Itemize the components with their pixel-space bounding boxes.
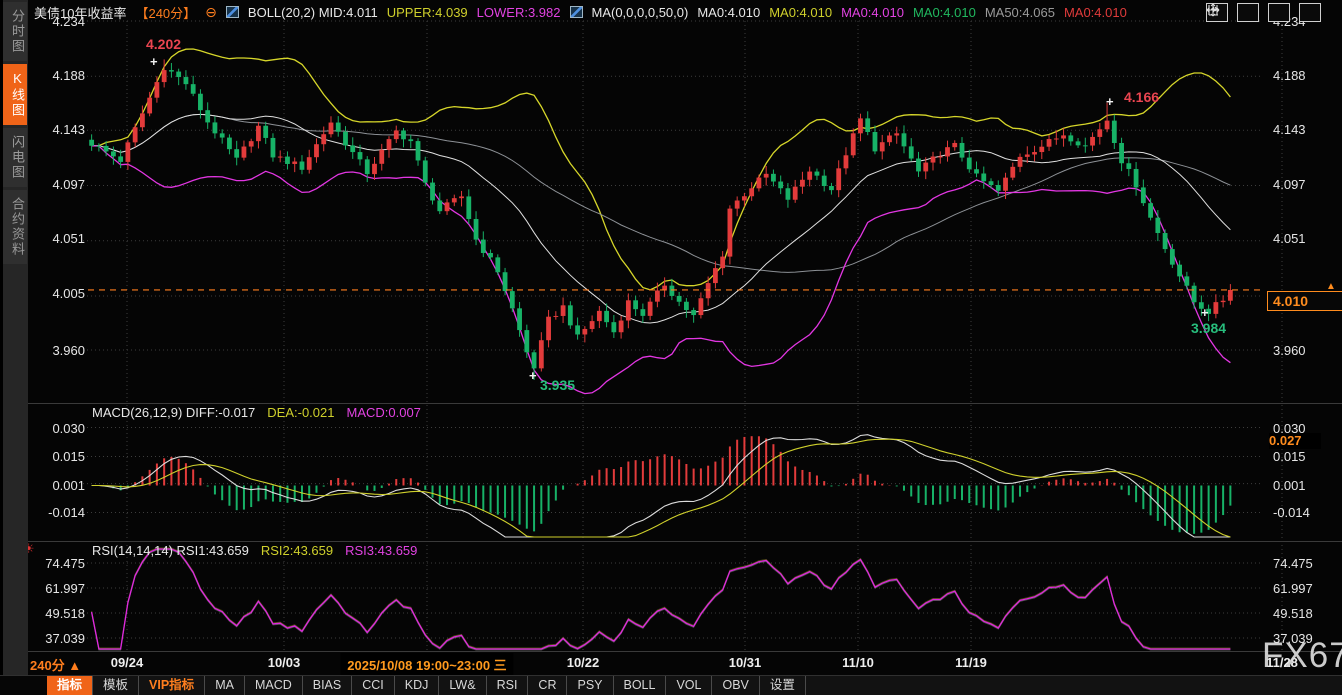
y-label-rsi: 49.518 <box>33 606 85 621</box>
x-label-1: 10/03 <box>268 655 301 670</box>
header-item-8: MA(0,0,0,0,50,0) <box>592 5 689 20</box>
y-label-macd: 0.030 <box>33 421 85 436</box>
sidebar-item-candlestick-chart[interactable]: K线图 <box>3 64 27 125</box>
rsi-value-2: RSI3:43.659 <box>345 543 417 558</box>
x-label-0: 09/24 <box>111 655 144 670</box>
rsi-value-1: RSI2:43.659 <box>261 543 333 558</box>
bottom-tab-10[interactable]: CR <box>528 676 567 695</box>
bottom-toolbar: 指标模板VIP指标MAMACDBIASCCIKDJLW&RSICRPSYBOLL… <box>0 675 1342 695</box>
bottom-tab-7[interactable]: KDJ <box>395 676 440 695</box>
x-label-5: 11/19 <box>955 655 987 670</box>
y-label-macd-right: 0.001 <box>1273 478 1306 493</box>
swing-high-label: 4.166 <box>1124 89 1159 105</box>
swing-low-marker: + <box>1201 308 1209 318</box>
bottom-tab-12[interactable]: BOLL <box>614 676 667 695</box>
bottom-tab-1[interactable]: 模板 <box>93 676 139 695</box>
y-label-macd-right: 0.015 <box>1273 449 1306 464</box>
bottom-tab-4[interactable]: MACD <box>245 676 303 695</box>
x-label-3: 10/31 <box>729 655 762 670</box>
y-label-main-right: 4.097 <box>1273 177 1306 192</box>
y-label-main-right: 4.143 <box>1273 122 1306 137</box>
swing-high-label: 4.202 <box>146 36 181 52</box>
sidebar-item-contract-info[interactable]: 合约资料 <box>3 190 27 264</box>
bottom-tab-13[interactable]: VOL <box>666 676 712 695</box>
x-axis: 240分 ▲ 2025/10/08 19:00~23:00 三 09/24 10/… <box>0 652 1342 675</box>
header-item-11: MA0:4.010 <box>841 5 904 20</box>
bottom-tab-2[interactable]: VIP指标 <box>139 676 205 695</box>
y-label-main: 4.005 <box>33 286 85 301</box>
collapse-icon[interactable]: ⊖ <box>205 5 217 19</box>
header-item-6: LOWER:3.982 <box>477 5 561 20</box>
y-label-rsi-right: 74.475 <box>1273 556 1313 571</box>
y-label-macd: 0.001 <box>33 478 85 493</box>
bottom-tab-3[interactable]: MA <box>205 676 245 695</box>
trading-app: 分时图 K线图 闪电图 合约资料 美债10年收益率【240分】 ⊖ BOLL(20,… <box>0 0 1342 695</box>
x-label-4: 11/10 <box>842 655 874 670</box>
sidebar-item-timeline-chart[interactable]: 分时图 <box>3 2 27 61</box>
macd-value-0: MACD(26,12,9) DIFF:-0.017 <box>92 405 255 420</box>
indicator-chart-icon <box>226 6 239 18</box>
header-item-12: MA0:4.010 <box>913 5 976 20</box>
y-label-main: 4.051 <box>33 231 85 246</box>
bottom-tab-8[interactable]: LW& <box>439 676 486 695</box>
bottom-tab-9[interactable]: RSI <box>487 676 529 695</box>
bottom-tab-11[interactable]: PSY <box>567 676 613 695</box>
bottom-tab-6[interactable]: CCI <box>352 676 395 695</box>
rsi-value-0: RSI(14,14,14) RSI1:43.659 <box>92 543 249 558</box>
bottom-tab-14[interactable]: OBV <box>712 676 759 695</box>
bottom-tab-0[interactable]: 指标 <box>47 676 93 695</box>
header-item-14: MA0:4.010 <box>1064 5 1127 20</box>
swing-low-label: 3.935 <box>540 377 575 393</box>
y-label-main: 3.960 <box>33 343 85 358</box>
header-item-13: MA50:4.065 <box>985 5 1055 20</box>
macd-current-value: 0.027 <box>1269 433 1321 449</box>
y-label-macd-right: -0.014 <box>1273 505 1310 520</box>
swing-low-marker: + <box>529 371 537 381</box>
shift-chart-icon[interactable] <box>1299 3 1321 22</box>
header-item-9: MA0:4.010 <box>697 5 760 20</box>
y-label-rsi: 74.475 <box>33 556 85 571</box>
indicator-chart-icon <box>570 6 583 18</box>
y-label-rsi: 37.039 <box>33 631 85 646</box>
watermark: FX678 <box>1262 636 1342 676</box>
y-label-macd: 0.015 <box>33 449 85 464</box>
header-item-4: BOLL(20,2) MID:4.011 <box>248 5 378 20</box>
y-label-rsi-right: 61.997 <box>1273 581 1313 596</box>
y-label-main-right: 3.960 <box>1273 343 1306 358</box>
swing-high-marker: + <box>1106 97 1114 107</box>
header-item-1: 【240分】 <box>135 3 196 22</box>
y-label-main-right: 4.188 <box>1273 68 1306 83</box>
price-arrow-icon: ▲ <box>1326 281 1336 292</box>
swing-low-label: 3.984 <box>1191 320 1226 336</box>
header-item-10: MA0:4.010 <box>769 5 832 20</box>
y-label-macd: -0.014 <box>33 505 85 520</box>
sidebar-item-flash-chart[interactable]: 闪电图 <box>3 128 27 187</box>
expand-chart-icon[interactable] <box>1268 3 1290 22</box>
macd-value-2: MACD:0.007 <box>346 405 420 420</box>
toolbar-lead-block <box>0 676 47 695</box>
bottom-tab-15[interactable]: 设置 <box>760 676 806 695</box>
sidebar: 分时图 K线图 闪电图 合约资料 <box>0 0 28 695</box>
macd-header: MACD(26,12,9) DIFF:-0.017 DEA:-0.021 MACD:… <box>92 405 421 420</box>
macd-value-1: DEA:-0.021 <box>267 405 334 420</box>
y-label-main: 4.097 <box>33 177 85 192</box>
x-label-2: 10/22 <box>567 655 600 670</box>
y-label-main: 4.188 <box>33 68 85 83</box>
indicator-header: 美债10年收益率【240分】 ⊖ BOLL(20,2) MID:4.011 UPPER… <box>34 3 1127 21</box>
y-label-rsi: 61.997 <box>33 581 85 596</box>
last-price-tag: 4.010 <box>1267 291 1342 311</box>
y-label-main-right: 4.051 <box>1273 231 1306 246</box>
header-item-5: UPPER:4.039 <box>387 5 468 20</box>
rsi-header: RSI(14,14,14) RSI1:43.659 RSI2:43.659 RSI3… <box>92 543 417 558</box>
y-label-main: 4.143 <box>33 122 85 137</box>
crosshair-date-box: 2025/10/08 19:00~23:00 三 <box>340 653 513 676</box>
header-item-0: 美债10年收益率 <box>34 3 126 22</box>
period-selector[interactable]: 240分 ▲ <box>30 655 81 674</box>
swing-high-marker: + <box>150 57 158 67</box>
window-icons <box>1206 3 1321 22</box>
bottom-tab-5[interactable]: BIAS <box>303 676 353 695</box>
compress-chart-icon[interactable] <box>1237 3 1259 22</box>
y-label-rsi-right: 49.518 <box>1273 606 1313 621</box>
